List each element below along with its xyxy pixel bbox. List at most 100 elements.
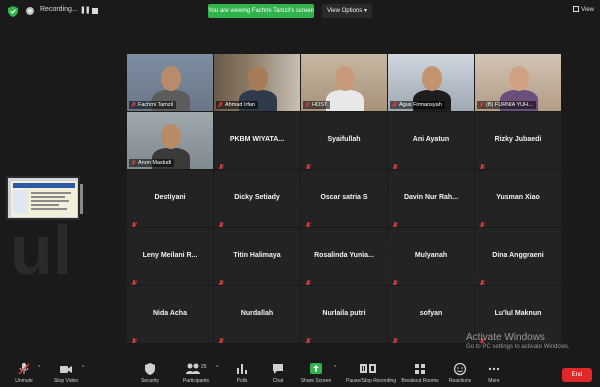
- mic-muted-icon: [479, 216, 486, 227]
- view-label: View: [581, 7, 594, 13]
- person-head: [422, 66, 442, 91]
- mic-muted-icon: [305, 274, 312, 285]
- participant-name-label: HOST: [303, 101, 331, 109]
- participants-options-caret[interactable]: ^: [216, 365, 218, 371]
- more-button[interactable]: More: [472, 362, 516, 384]
- participant-tile[interactable]: HOST: [301, 54, 387, 111]
- slide-preview: [11, 181, 77, 217]
- participant-tile[interactable]: Titin Halimaya: [214, 228, 300, 285]
- security-button[interactable]: Security: [128, 362, 172, 384]
- breakout-rooms-button[interactable]: Breakout Rooms: [398, 362, 442, 384]
- mic-muted-icon: [218, 158, 225, 169]
- pause-stop-icon: [360, 364, 376, 373]
- participant-tile[interactable]: Rizky Jubaedi: [475, 112, 561, 169]
- participant-tile[interactable]: Mulyanah: [388, 228, 474, 285]
- participant-name: Lu'lul Maknun: [494, 310, 542, 317]
- participant-tile[interactable]: Dina Anggraeni: [475, 228, 561, 285]
- pause-recording-icon[interactable]: ❚❚: [80, 6, 91, 14]
- participant-name: Davin Nur Rah...: [403, 194, 459, 201]
- breakout-rooms-label: Breakout Rooms: [401, 378, 439, 384]
- participant-tile[interactable]: Dicky Setiady: [214, 170, 300, 227]
- participant-tile[interactable]: (B) FURNIA YUH...: [475, 54, 561, 111]
- video-options-caret[interactable]: ^: [82, 365, 84, 371]
- participant-tile[interactable]: Nida Acha: [127, 286, 213, 343]
- participant-name: Syaifullah: [327, 136, 361, 143]
- participant-tile[interactable]: Syaifullah: [301, 112, 387, 169]
- participant-tile[interactable]: Destiyani: [127, 170, 213, 227]
- breakout-rooms-icon: [415, 364, 425, 374]
- pause-stop-recording-button[interactable]: Pause/Stop Recording: [346, 362, 397, 384]
- mic-muted-icon: [392, 274, 399, 285]
- mic-muted-icon: [18, 363, 30, 375]
- participant-tile[interactable]: Nurdallah: [214, 286, 300, 343]
- participant-tile[interactable]: Fachmi Tamzil: [127, 54, 213, 111]
- top-bar: Recording... ❚❚ You are viewing Fachmi T…: [0, 0, 600, 22]
- participant-name: Nurdallah: [240, 310, 274, 317]
- share-options-caret[interactable]: ^: [334, 365, 336, 371]
- participant-name: Anon Masludi: [138, 160, 172, 166]
- end-meeting-button[interactable]: End: [562, 368, 592, 382]
- mic-muted-icon: [392, 158, 399, 169]
- participant-name: Nida Acha: [153, 310, 187, 317]
- participant-name: Mulyanah: [414, 252, 448, 259]
- person-head: [509, 66, 529, 91]
- person-head: [248, 66, 268, 91]
- participant-tile[interactable]: Ani Ayatun: [388, 112, 474, 169]
- participants-button[interactable]: 25 Participants: [174, 362, 218, 384]
- audio-options-caret[interactable]: ^: [38, 365, 40, 371]
- mic-muted-icon: [217, 102, 224, 108]
- mic-muted-icon: [392, 332, 399, 343]
- pause-stop-label: Pause/Stop Recording: [346, 378, 397, 384]
- participant-name-label: Ahmad Irfan: [216, 101, 258, 109]
- participant-tile[interactable]: PKBM WIYATA...: [214, 112, 300, 169]
- share-screen-icon: [310, 363, 322, 374]
- activate-title: Activate Windows: [466, 332, 545, 343]
- stop-recording-icon[interactable]: [92, 8, 98, 14]
- participant-name: Ahmad Irfan: [225, 102, 255, 108]
- polls-bar-chart-icon: [237, 364, 247, 374]
- participant-tile[interactable]: sofyan: [388, 286, 474, 343]
- participant-name-label: (B) FURNIA YUH...: [477, 101, 536, 109]
- view-button[interactable]: View: [573, 6, 594, 13]
- thumbnail-resize-handle[interactable]: [80, 184, 83, 214]
- participant-tile[interactable]: Leny Meilani R...: [127, 228, 213, 285]
- participant-tile[interactable]: Oscar satria S: [301, 170, 387, 227]
- share-screen-button[interactable]: Share Screen: [294, 362, 338, 384]
- mic-muted-icon: [478, 102, 485, 108]
- participant-tile[interactable]: Yusman Xiao: [475, 170, 561, 227]
- participant-tile[interactable]: Agus Firmansyah: [388, 54, 474, 111]
- shared-screen-thumbnail[interactable]: [6, 176, 80, 220]
- participant-name: Rosalinda Yunia...: [314, 252, 374, 259]
- mic-muted-icon: [131, 332, 138, 343]
- person-body: [326, 90, 364, 111]
- participant-tile[interactable]: Davin Nur Rah...: [388, 170, 474, 227]
- participant-name: Titin Halimaya: [233, 252, 281, 259]
- person-head: [335, 66, 355, 91]
- view-options-button[interactable]: View Options ▾: [322, 4, 372, 18]
- participant-tile[interactable]: Nurlaila putri: [301, 286, 387, 343]
- participant-tile[interactable]: Ahmad Irfan: [214, 54, 300, 111]
- participant-name-label: Agus Firmansyah: [390, 101, 445, 109]
- mic-muted-icon: [479, 158, 486, 169]
- shield-check-icon[interactable]: [8, 6, 18, 17]
- reactions-smiley-icon: [453, 362, 467, 376]
- recording-icon: [26, 7, 34, 15]
- gallery-grid-icon: [573, 6, 580, 12]
- mic-muted-icon: [131, 274, 138, 285]
- participants-count: 25: [201, 364, 207, 370]
- participant-name: Leny Meilani R...: [142, 252, 198, 259]
- mic-muted-icon: [218, 216, 225, 227]
- mic-muted-icon: [479, 274, 486, 285]
- participant-tile[interactable]: Anon Masludi: [127, 112, 213, 169]
- participant-name: Oscar satria S: [320, 194, 368, 201]
- chat-bubble-icon: [273, 364, 283, 374]
- mic-muted-icon: [305, 332, 312, 343]
- security-shield-icon: [145, 363, 155, 375]
- mic-muted-icon: [131, 216, 138, 227]
- participant-tile[interactable]: Rosalinda Yunia...: [301, 228, 387, 285]
- mic-muted-icon: [392, 216, 399, 227]
- participant-name-label: Anon Masludi: [129, 159, 175, 167]
- participant-name: PKBM WIYATA...: [229, 136, 285, 143]
- mic-muted-icon: [218, 274, 225, 285]
- participant-name: HOST: [312, 102, 328, 108]
